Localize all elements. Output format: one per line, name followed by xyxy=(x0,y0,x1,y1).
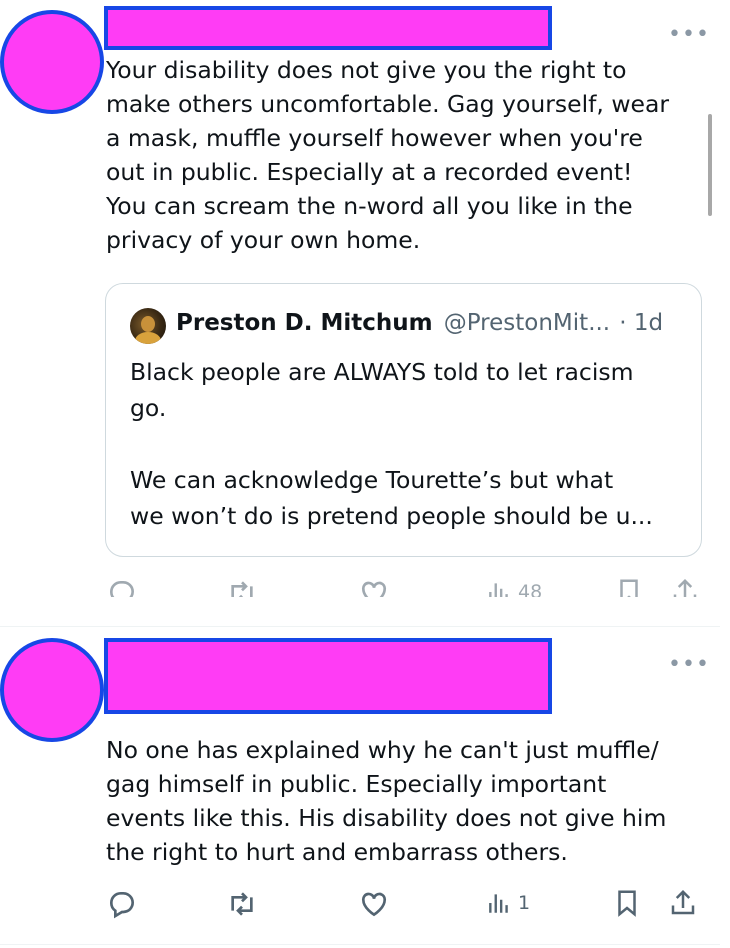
retweet-icon xyxy=(231,892,253,916)
tweet-divider xyxy=(0,626,720,627)
tweet-divider xyxy=(0,944,720,945)
reply-icon xyxy=(110,581,134,597)
tweet-actions: 1 xyxy=(106,886,706,926)
quoted-tweet-time[interactable]: · 1d xyxy=(619,310,663,336)
views-count: 48 xyxy=(518,581,543,597)
avatar-redacted[interactable] xyxy=(0,10,104,114)
share-button[interactable] xyxy=(670,577,700,597)
like-button[interactable] xyxy=(358,577,390,597)
like-icon xyxy=(361,892,387,917)
quoted-tweet-card[interactable]: Preston D. Mitchum @PrestonMit... · 1d B… xyxy=(105,283,702,557)
quoted-tweet-header: Preston D. Mitchum @PrestonMit... · 1d xyxy=(176,310,663,336)
bookmark-button[interactable] xyxy=(614,577,644,597)
author-name-redacted[interactable] xyxy=(104,6,552,50)
like-icon xyxy=(361,581,387,597)
quoted-author-name[interactable]: Preston D. Mitchum xyxy=(176,310,433,336)
bookmark-icon xyxy=(618,890,636,917)
reply-button[interactable] xyxy=(106,577,138,597)
quoted-author-avatar[interactable] xyxy=(130,308,166,344)
like-button[interactable] xyxy=(358,888,390,920)
views-count: 1 xyxy=(518,892,531,914)
tweet-text: No one has explained why he can't just m… xyxy=(106,736,667,866)
views-button[interactable]: 48 xyxy=(486,579,542,597)
more-options-icon[interactable]: ••• xyxy=(668,24,710,46)
bookmark-button[interactable] xyxy=(612,888,642,918)
views-icon xyxy=(489,894,508,913)
more-options-icon[interactable]: ••• xyxy=(668,654,710,676)
share-button[interactable] xyxy=(668,888,698,918)
retweet-icon xyxy=(231,581,253,597)
share-icon xyxy=(673,578,697,597)
bookmark-icon xyxy=(620,579,638,597)
reply-button[interactable] xyxy=(106,888,138,920)
retweet-button[interactable] xyxy=(226,888,258,920)
share-icon xyxy=(671,889,695,915)
retweet-button[interactable] xyxy=(226,577,258,597)
views-button[interactable]: 1 xyxy=(486,890,530,916)
quoted-tweet-text: Black people are ALWAYS told to let raci… xyxy=(130,358,653,530)
tweet-text: Your disability does not give you the ri… xyxy=(106,56,670,254)
tweet-actions: 48 xyxy=(106,575,706,597)
avatar-redacted[interactable] xyxy=(0,638,104,742)
reply-icon xyxy=(110,892,134,919)
scrollbar[interactable] xyxy=(708,114,712,216)
views-icon xyxy=(489,583,508,597)
author-name-redacted[interactable] xyxy=(104,638,552,714)
quoted-author-handle[interactable]: @PrestonMit... xyxy=(444,310,610,336)
